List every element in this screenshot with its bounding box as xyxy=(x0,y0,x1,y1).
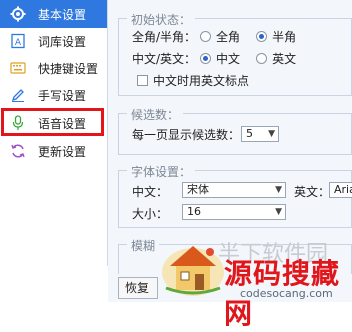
font-group: 字体设置： 中文： 宋体 ▼ 英文： Arial 大小： 16 ▼ xyxy=(118,163,352,228)
chinese-font-label: 中文： xyxy=(132,185,169,199)
restore-button[interactable]: 恢复 xyxy=(118,277,158,299)
sidebar-item-update[interactable]: 更新设置 xyxy=(0,137,107,165)
half-width-label: 半角 xyxy=(272,30,297,44)
watermark-house-logo xyxy=(160,236,226,298)
sidebar-item-label: 手写设置 xyxy=(38,88,87,103)
candidate-count-select[interactable]: 5 ▼ xyxy=(241,126,279,142)
chinese-font-select[interactable]: 宋体 ▼ xyxy=(182,182,286,198)
svg-text:A: A xyxy=(15,38,22,48)
sidebar-item-label: 基本设置 xyxy=(38,7,87,22)
sidebar-item-dictionary[interactable]: A 词库设置 xyxy=(0,27,107,55)
language-row: 中文/英文： 中文 英文 xyxy=(132,50,296,67)
refresh-icon xyxy=(8,141,28,161)
english-font-select[interactable]: Arial xyxy=(329,182,352,198)
sidebar-item-label: 快捷键设置 xyxy=(38,61,99,76)
width-label: 全角/半角： xyxy=(132,30,197,44)
per-page-row: 每一页显示候选数： xyxy=(132,126,240,143)
punct-row: 中文时用英文标点 xyxy=(137,72,249,89)
full-width-label: 全角 xyxy=(216,30,241,44)
english-font-label: 英文： xyxy=(294,185,331,199)
english-punct-checkbox[interactable] xyxy=(137,75,148,86)
sidebar-item-basic[interactable]: 基本设置 xyxy=(0,0,107,28)
english-punct-label: 中文时用英文标点 xyxy=(153,74,250,88)
initial-state-group: 初始状态： 全角/半角： 全角 半角 中文/英文： 中文 英文 中文时用英文标点 xyxy=(118,11,352,96)
chinese-radio[interactable] xyxy=(200,53,212,64)
candidates-group: 候选数： 每一页显示候选数： 5 ▼ xyxy=(118,106,352,155)
watermark-url-text: codesocang.com xyxy=(240,287,333,300)
per-page-label: 每一页显示候选数： xyxy=(132,128,241,142)
size-row: 大小： xyxy=(132,205,168,222)
sidebar-item-shortcut[interactable]: 快捷键设置 xyxy=(0,54,107,82)
group-title: 字体设置： xyxy=(127,163,196,180)
english-label: 英文 xyxy=(272,52,297,66)
english-font-row: 英文： xyxy=(294,183,330,200)
chinese-font-row: 中文： xyxy=(132,183,168,200)
width-row: 全角/半角： 全角 半角 xyxy=(132,28,296,45)
chinese-label: 中文 xyxy=(216,52,241,66)
chevron-down-icon: ▼ xyxy=(275,207,282,217)
keyboard-icon xyxy=(8,58,28,78)
sidebar-item-handwriting[interactable]: 手写设置 xyxy=(0,81,107,109)
chinese-font-value: 宋体 xyxy=(187,183,209,196)
dictionary-icon: A xyxy=(8,31,28,51)
sidebar-item-label: 词库设置 xyxy=(38,34,87,49)
group-title: 模糊 xyxy=(127,237,160,254)
voice-highlight-frame xyxy=(1,108,104,136)
sidebar-item-label: 更新设置 xyxy=(38,144,87,159)
group-title: 初始状态： xyxy=(127,11,196,28)
font-size-select[interactable]: 16 ▼ xyxy=(182,204,286,220)
full-width-radio[interactable] xyxy=(200,31,212,42)
english-radio[interactable] xyxy=(256,53,268,64)
english-font-value: Arial xyxy=(334,183,352,196)
font-size-label: 大小： xyxy=(132,207,169,221)
candidate-count-value: 5 xyxy=(246,127,253,140)
chevron-down-icon: ▼ xyxy=(268,129,275,139)
group-title: 候选数： xyxy=(127,106,184,123)
font-size-value: 16 xyxy=(187,205,201,218)
half-width-radio[interactable] xyxy=(256,31,268,42)
language-label: 中文/英文： xyxy=(132,52,197,66)
pen-icon xyxy=(8,85,28,105)
chevron-down-icon: ▼ xyxy=(275,185,282,195)
gear-icon xyxy=(8,4,28,24)
